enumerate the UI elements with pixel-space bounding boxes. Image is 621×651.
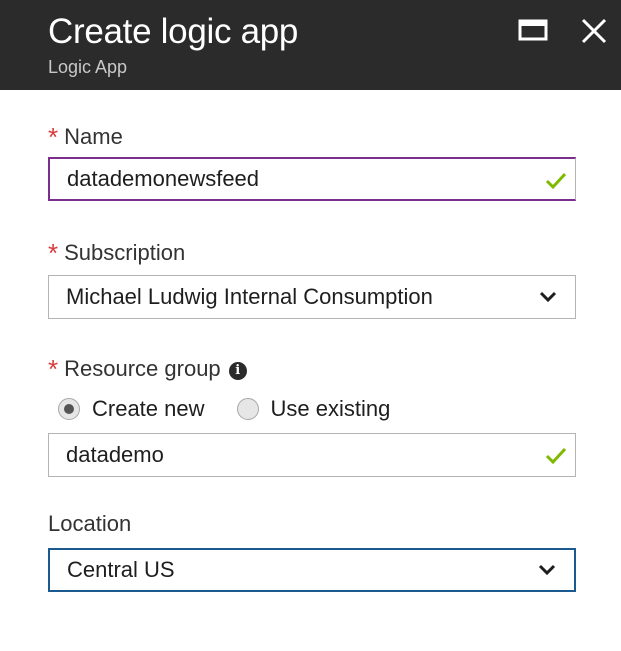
checkmark-icon [545, 172, 567, 190]
name-input-value: datademonewsfeed [67, 166, 260, 191]
subscription-selected-value: Michael Ludwig Internal Consumption [66, 284, 433, 309]
chevron-down-icon [539, 291, 557, 303]
info-icon[interactable]: i [228, 362, 247, 380]
resource-group-radio-group: Create new Use existing [58, 394, 422, 424]
maximize-button[interactable] [518, 17, 550, 45]
chevron-down-icon [538, 564, 556, 576]
radio-button-unchecked[interactable] [236, 398, 259, 420]
checkmark-icon [545, 447, 567, 465]
blade-title: Create logic app [48, 12, 299, 51]
location-selected-value: Central US [67, 557, 175, 582]
required-indicator: * [48, 122, 59, 152]
blade-subtitle: Logic App [48, 57, 128, 77]
radio-use-existing-label: Use existing [270, 396, 391, 421]
required-indicator: * [48, 238, 59, 268]
blade-header: Create logic app Logic App [0, 0, 621, 90]
radio-use-existing[interactable]: Use existing [236, 396, 391, 422]
location-label: Location [48, 511, 132, 536]
maximize-icon [518, 19, 548, 41]
radio-button-checked[interactable] [58, 398, 80, 420]
resource-group-input[interactable]: datademo [48, 433, 576, 477]
radio-create-new[interactable]: Create new [58, 396, 205, 422]
subscription-select[interactable]: Michael Ludwig Internal Consumption [48, 275, 576, 319]
resource-group-label: * Resource group i [48, 352, 247, 384]
name-label: * Name [48, 122, 123, 152]
location-select[interactable]: Central US [48, 548, 576, 592]
radio-create-new-label: Create new [92, 396, 205, 421]
close-button[interactable] [578, 15, 610, 47]
subscription-label: * Subscription [48, 238, 186, 268]
close-icon [581, 18, 607, 44]
resource-group-input-value: datademo [66, 442, 164, 467]
name-input[interactable]: datademonewsfeed [48, 157, 576, 201]
required-indicator: * [48, 354, 59, 384]
